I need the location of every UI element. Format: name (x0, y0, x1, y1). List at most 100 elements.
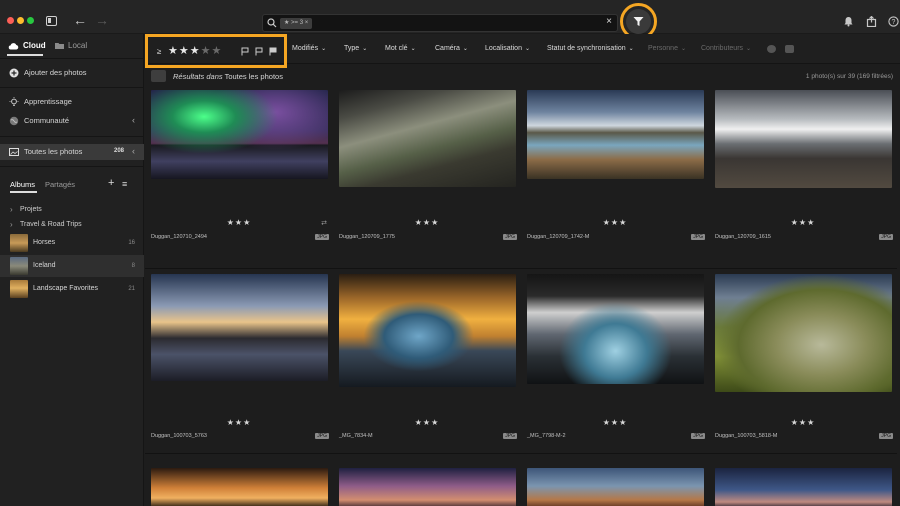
share-icon[interactable] (866, 16, 877, 27)
photo-thumbnail[interactable] (715, 274, 892, 392)
divider (333, 453, 521, 454)
album-thumbnail (10, 257, 28, 275)
photo-tile[interactable]: ★★★ _MG_7798-M-2 JPG (521, 272, 709, 455)
search-input[interactable]: ★ >= 3 × × (262, 14, 618, 32)
photo-tile[interactable] (145, 466, 333, 506)
filter-contributors[interactable]: Contributeurs ⌄ (701, 45, 751, 52)
comment-icon[interactable] (785, 45, 794, 53)
rating-operator[interactable]: ≥ (157, 47, 161, 56)
help-icon[interactable]: ? (888, 16, 899, 27)
album-iceland[interactable]: Iceland 8 (0, 255, 144, 277)
back-arrow-icon[interactable]: ← (73, 13, 87, 27)
forward-arrow-icon[interactable]: → (95, 13, 109, 27)
tab-cloud-label: Cloud (23, 41, 46, 50)
chevron-down-icon: ⌄ (462, 46, 468, 52)
sidebar-item-community[interactable]: Communauté ‹ (0, 113, 144, 129)
photo-filename: Duggan_100703_5763 (151, 433, 207, 439)
title-bar: ← → ★ >= 3 × × ? (0, 0, 900, 40)
caret-right-icon[interactable]: › (10, 220, 13, 229)
photo-tile[interactable]: ★★★ Duggan_100703_5818-M JPG (709, 272, 897, 455)
chevron-left-icon[interactable]: ‹ (132, 146, 135, 156)
filter-keyword[interactable]: Mot clé ⌄ (385, 45, 416, 52)
filter-label: Mot clé (385, 45, 408, 52)
minimize-window-button[interactable] (17, 17, 24, 24)
divider (0, 166, 144, 167)
panel-toggle-icon[interactable] (46, 16, 57, 26)
learn-label: Apprentissage (24, 97, 72, 106)
close-window-button[interactable] (7, 17, 14, 24)
folder-label: Travel & Road Trips (20, 221, 82, 228)
photo-thumbnail[interactable] (527, 274, 704, 384)
photo-tile[interactable]: ★★★ Duggan_120709_1742-M JPG (521, 88, 709, 271)
flag-rejected-icon[interactable] (269, 47, 277, 56)
tab-albums[interactable]: Albums (10, 180, 35, 189)
photo-tile[interactable]: ★★★ Duggan_120709_1615 JPG (709, 88, 897, 271)
chevron-left-icon[interactable]: ‹ (132, 115, 135, 125)
photo-thumbnail[interactable] (715, 468, 892, 506)
filter-type[interactable]: Type ⌄ (344, 45, 367, 52)
photo-thumbnail[interactable] (339, 468, 516, 506)
divider (333, 268, 521, 269)
filter-modified[interactable]: Modifiés ⌄ (292, 45, 326, 52)
sidebar-item-learn[interactable]: Apprentissage (0, 94, 144, 110)
photo-thumbnail[interactable] (339, 274, 516, 387)
flag-picked-icon[interactable] (241, 47, 249, 56)
tab-local-label: Local (68, 41, 88, 50)
flag-unflagged-icon[interactable] (255, 47, 263, 56)
album-landscape-favorites[interactable]: Landscape Favorites 21 (0, 278, 144, 300)
photo-thumbnail[interactable] (527, 90, 704, 179)
sidebar-item-all-photos[interactable]: Toutes les photos 208 ‹ (0, 144, 144, 160)
search-filter-chip[interactable]: ★ >= 3 × (280, 18, 313, 29)
add-album-icon[interactable]: + (108, 177, 114, 189)
filter-button[interactable] (626, 9, 651, 34)
photo-filename: Duggan_120710_2494 (151, 234, 207, 240)
lightbulb-icon (9, 97, 19, 106)
chevron-down-icon: ⌄ (524, 46, 530, 52)
chip-close-icon[interactable]: × (305, 20, 309, 26)
photo-tile[interactable] (709, 466, 897, 506)
filter-camera[interactable]: Caméra ⌄ (435, 45, 468, 52)
all-photos-count: 208 (113, 148, 124, 154)
tab-cloud[interactable]: Cloud (8, 41, 46, 50)
all-photos-label: Toutes les photos (24, 147, 83, 156)
filter-label: Localisation (485, 45, 522, 52)
folder-travel[interactable]: › Travel & Road Trips (0, 218, 144, 232)
photo-thumbnail[interactable] (715, 90, 892, 188)
album-label: Iceland (33, 262, 56, 269)
photo-thumbnail[interactable] (151, 274, 328, 381)
photo-tile[interactable] (333, 466, 521, 506)
sort-icon[interactable]: ≡ (122, 179, 127, 189)
results-prefix: Résultats dans (173, 72, 223, 81)
zoom-window-button[interactable] (27, 17, 34, 24)
folder-projets[interactable]: › Projets (0, 203, 144, 217)
caret-right-icon[interactable]: › (10, 205, 13, 214)
photo-tile[interactable] (521, 466, 709, 506)
photo-thumbnail[interactable] (151, 90, 328, 179)
photo-tile[interactable]: ★★★ Duggan_100703_5763 JPG (145, 272, 333, 455)
photo-tile[interactable]: ★★★ ⇄ Duggan_120710_2494 JPG (145, 88, 333, 271)
photo-thumbnail[interactable] (527, 468, 704, 506)
tab-underline (7, 54, 43, 56)
format-badge: JPG (503, 433, 517, 439)
search-icon (267, 18, 277, 28)
chevron-down-icon: ⌄ (628, 46, 634, 52)
filter-label: Modifiés (292, 45, 319, 52)
tab-shared[interactable]: Partagés (45, 180, 75, 189)
filter-location[interactable]: Localisation ⌄ (485, 45, 530, 52)
filter-sync-status[interactable]: Statut de synchronisation ⌄ (547, 45, 634, 52)
clear-search-icon[interactable]: × (606, 16, 612, 27)
filter-person[interactable]: Personne ⌄ (648, 45, 686, 52)
photo-thumbnail[interactable] (339, 90, 516, 187)
add-photos-button[interactable]: Ajouter des photos (0, 65, 144, 81)
divider (145, 453, 333, 454)
photo-tile[interactable]: ★★★ Duggan_120709_1775 JPG (333, 88, 521, 271)
photo-tile[interactable]: ★★★ _MG_7834-M JPG (333, 272, 521, 455)
heart-icon[interactable] (767, 45, 776, 53)
chevron-down-icon: ⌄ (680, 46, 686, 52)
album-horses[interactable]: Horses 16 (0, 232, 144, 254)
tab-local[interactable]: Local (55, 41, 87, 50)
album-tabs: Albums Partagés + ≡ (0, 177, 144, 195)
photo-thumbnail[interactable] (151, 468, 328, 506)
rating-stars[interactable]: ★★★★★ (168, 44, 222, 57)
bell-icon[interactable] (843, 16, 854, 27)
